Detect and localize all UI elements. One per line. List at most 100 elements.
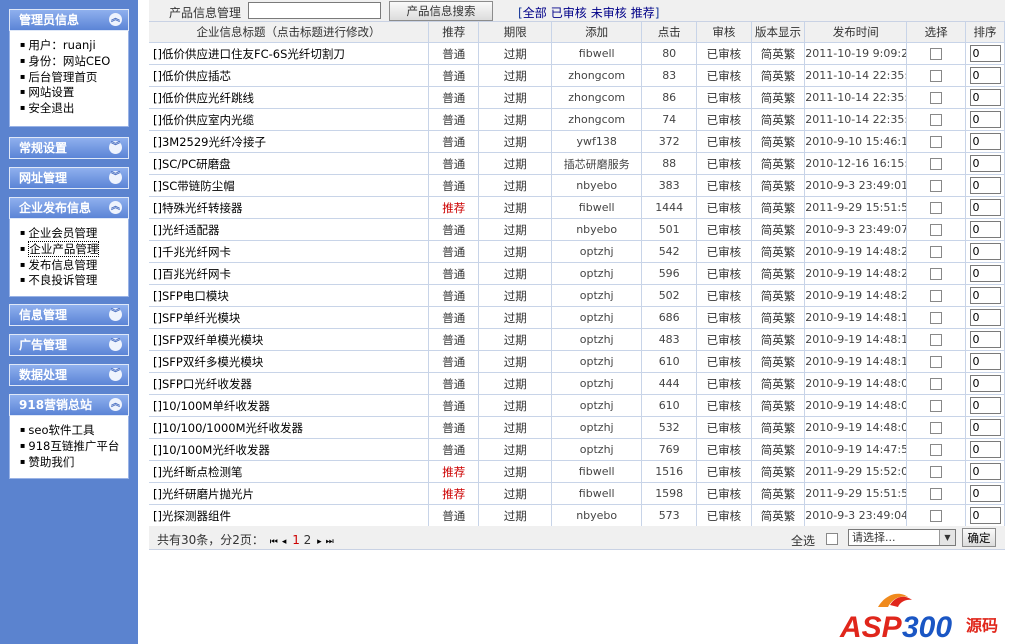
ads-panel[interactable]: 广告管理 ︾: [9, 334, 129, 356]
recommend-status[interactable]: 普通: [428, 416, 480, 439]
product-title-link[interactable]: []SFP电口模块: [149, 284, 430, 307]
sort-input[interactable]: [969, 45, 1001, 62]
recommend-status[interactable]: 普通: [428, 262, 480, 285]
audit-status[interactable]: 已审核: [696, 86, 752, 109]
sort-input[interactable]: [969, 265, 1001, 282]
url-management-header[interactable]: 网址管理 ︾: [9, 167, 129, 189]
audit-status[interactable]: 已审核: [696, 504, 752, 527]
confirm-button[interactable]: 确定: [962, 528, 996, 547]
product-title-link[interactable]: []10/100M单纤收发器: [149, 394, 430, 417]
sort-input[interactable]: [969, 419, 1001, 436]
sidebar-item-publish[interactable]: 发布信息管理: [20, 257, 128, 273]
product-title-link[interactable]: []光纤断点检测笔: [149, 460, 430, 483]
sidebar-item-product[interactable]: 企业产品管理: [20, 240, 128, 257]
audit-status[interactable]: 已审核: [696, 372, 752, 395]
audit-status[interactable]: 已审核: [696, 108, 752, 131]
sidebar-item-sponsor[interactable]: 赞助我们: [20, 454, 128, 470]
audit-status[interactable]: 已审核: [696, 328, 752, 351]
product-title-link[interactable]: []低价供应室内光缆: [149, 108, 430, 131]
last-page-icon[interactable]: ⏭: [326, 537, 334, 547]
audit-status[interactable]: 已审核: [696, 416, 752, 439]
audit-status[interactable]: 已审核: [696, 482, 752, 505]
sidebar-item-link-platform[interactable]: 918互链推广平台: [20, 438, 128, 454]
action-select[interactable]: 请选择... ▼: [848, 529, 956, 546]
site-settings-link[interactable]: 网站设置: [20, 84, 128, 100]
row-checkbox[interactable]: [930, 334, 943, 346]
sort-input[interactable]: [969, 309, 1001, 326]
sort-input[interactable]: [969, 331, 1001, 348]
recommend-status[interactable]: 普通: [428, 130, 480, 153]
product-title-link[interactable]: []10/100M光纤收发器: [149, 438, 430, 461]
sort-input[interactable]: [969, 155, 1001, 172]
product-title-link[interactable]: []10/100/1000M光纤收发器: [149, 416, 430, 439]
product-title-link[interactable]: []SFP双纤多模光模块: [149, 350, 430, 373]
audit-status[interactable]: 已审核: [696, 284, 752, 307]
row-checkbox[interactable]: [930, 70, 943, 82]
marketing-header[interactable]: 918营销总站 ︽: [9, 394, 129, 416]
row-checkbox[interactable]: [930, 444, 943, 456]
row-checkbox[interactable]: [930, 48, 943, 60]
basic-settings-panel[interactable]: 常规设置 ︾: [9, 137, 129, 159]
admin-panel-header[interactable]: 管理员信息 ︽: [9, 9, 129, 31]
recommend-status[interactable]: 推荐: [428, 482, 480, 505]
sort-input[interactable]: [969, 199, 1001, 216]
first-page-icon[interactable]: ⏮: [270, 537, 278, 547]
next-page-icon[interactable]: ▸: [317, 537, 322, 547]
url-panel[interactable]: 网址管理 ︾: [9, 167, 129, 189]
recommend-status[interactable]: 普通: [428, 64, 480, 87]
recommend-status[interactable]: 普通: [428, 306, 480, 329]
sort-input[interactable]: [969, 353, 1001, 370]
data-processing-header[interactable]: 数据处理 ︾: [9, 364, 129, 386]
page-link-next[interactable]: 2: [304, 533, 312, 547]
product-title-link[interactable]: []光探测器组件: [149, 504, 430, 527]
product-title-link[interactable]: []SFP单纤光模块: [149, 306, 430, 329]
product-title-link[interactable]: []SFP双纤单模光模块: [149, 328, 430, 351]
row-checkbox[interactable]: [930, 488, 943, 500]
select-all-checkbox[interactable]: [826, 533, 838, 545]
row-checkbox[interactable]: [930, 180, 943, 192]
sort-input[interactable]: [969, 221, 1001, 238]
chevron-up-icon[interactable]: ︽: [109, 13, 122, 26]
chevron-up-icon[interactable]: ︽: [109, 398, 122, 411]
audit-status[interactable]: 已审核: [696, 394, 752, 417]
filter-approved[interactable]: 已审核: [551, 6, 587, 20]
sort-input[interactable]: [969, 441, 1001, 458]
sort-input[interactable]: [969, 67, 1001, 84]
row-checkbox[interactable]: [930, 224, 943, 236]
audit-status[interactable]: 已审核: [696, 460, 752, 483]
product-title-link[interactable]: []低价供应光纤跳线: [149, 86, 430, 109]
sort-input[interactable]: [969, 507, 1001, 524]
row-checkbox[interactable]: [930, 158, 943, 170]
product-title-link[interactable]: []SC带链防尘帽: [149, 174, 430, 197]
row-checkbox[interactable]: [930, 202, 943, 214]
audit-status[interactable]: 已审核: [696, 240, 752, 263]
row-checkbox[interactable]: [930, 136, 943, 148]
audit-status[interactable]: 已审核: [696, 218, 752, 241]
info-management-header[interactable]: 信息管理 ︾: [9, 304, 129, 326]
row-checkbox[interactable]: [930, 378, 943, 390]
product-title-link[interactable]: []SFP口光纤收发器: [149, 372, 430, 395]
row-checkbox[interactable]: [930, 246, 943, 258]
sort-input[interactable]: [969, 111, 1001, 128]
page-link-current[interactable]: 1: [292, 533, 300, 547]
sidebar-item-member[interactable]: 企业会员管理: [20, 225, 128, 241]
sort-input[interactable]: [969, 89, 1001, 106]
recommend-status[interactable]: 普通: [428, 372, 480, 395]
row-checkbox[interactable]: [930, 312, 943, 324]
product-title-link[interactable]: []百兆光纤网卡: [149, 262, 430, 285]
recommend-status[interactable]: 普通: [428, 350, 480, 373]
chevron-down-icon[interactable]: ︾: [109, 338, 122, 351]
recommend-status[interactable]: 普通: [428, 394, 480, 417]
chevron-down-icon[interactable]: ︾: [109, 368, 122, 381]
data-panel[interactable]: 数据处理 ︾: [9, 364, 129, 386]
row-checkbox[interactable]: [930, 510, 943, 522]
recommend-status[interactable]: 推荐: [428, 196, 480, 219]
sort-input[interactable]: [969, 375, 1001, 392]
sort-input[interactable]: [969, 133, 1001, 150]
recommend-status[interactable]: 普通: [428, 504, 480, 527]
chevron-down-icon[interactable]: ︾: [109, 171, 122, 184]
filter-recommended[interactable]: 推荐: [631, 6, 655, 20]
sort-input[interactable]: [969, 177, 1001, 194]
recommend-status[interactable]: 普通: [428, 218, 480, 241]
recommend-status[interactable]: 普通: [428, 328, 480, 351]
